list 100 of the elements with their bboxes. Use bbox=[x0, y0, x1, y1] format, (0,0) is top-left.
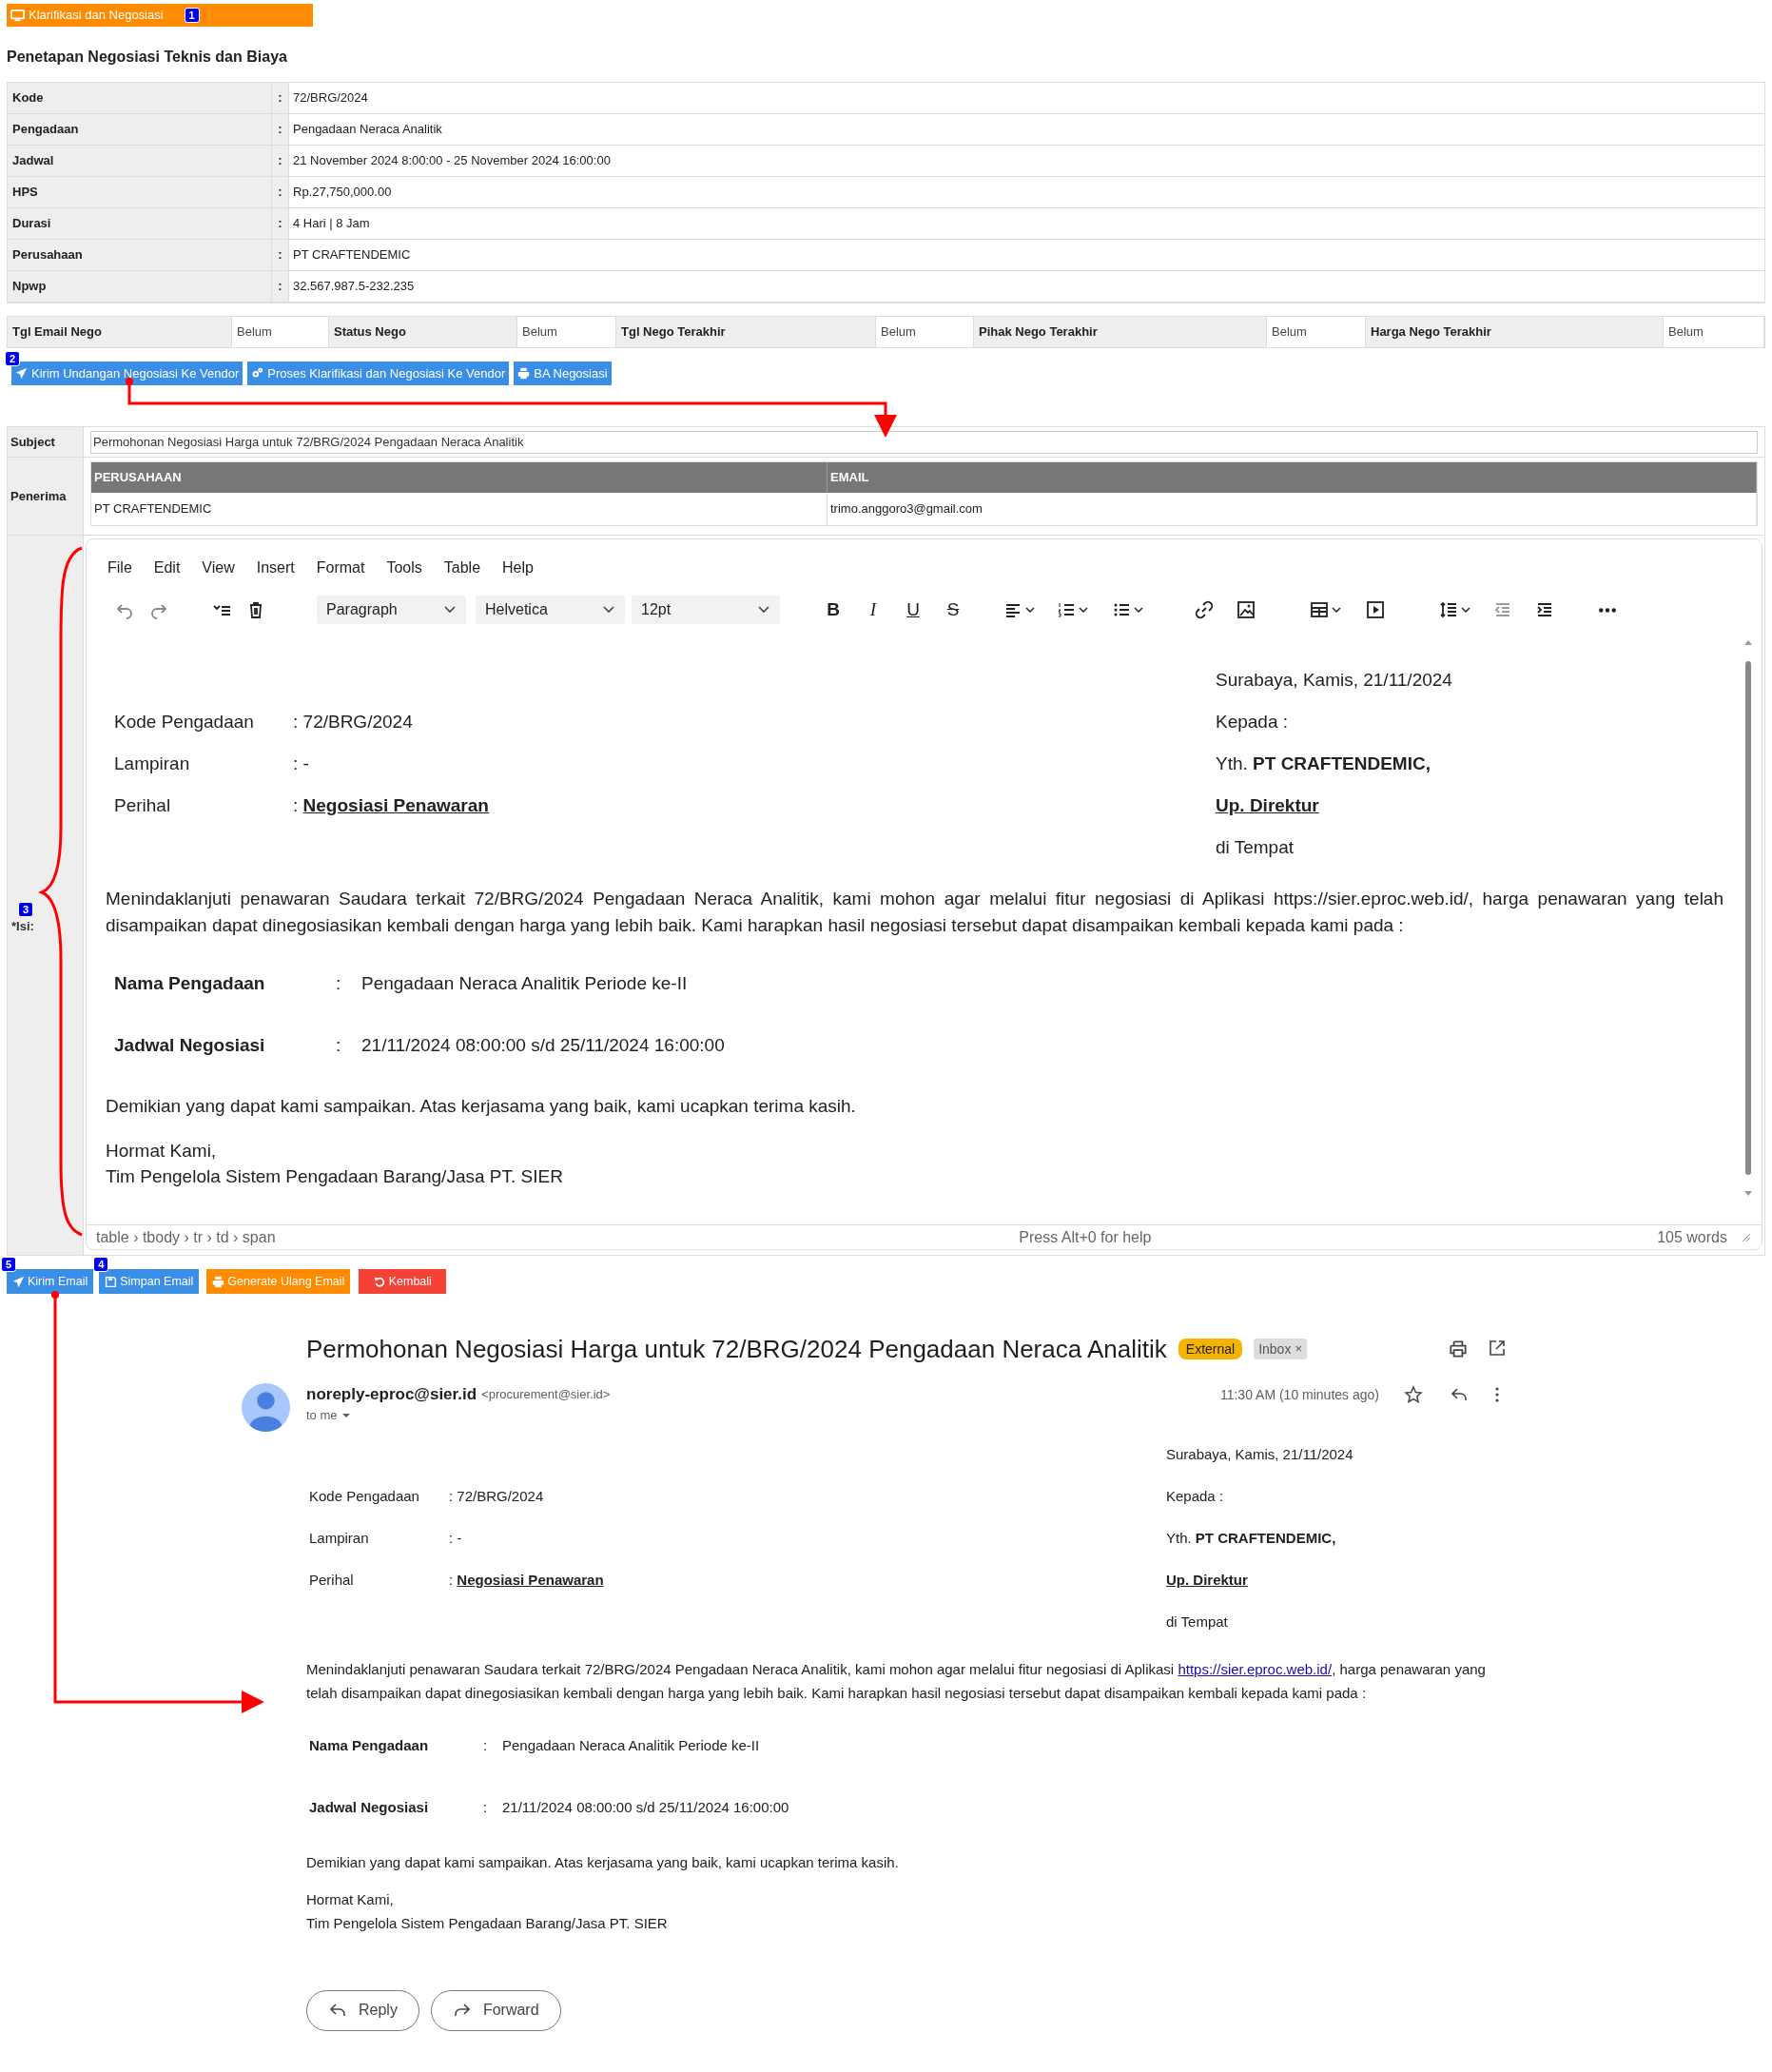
field-label: *Isi: bbox=[11, 918, 35, 936]
rich-text-editor[interactable] bbox=[86, 538, 1762, 1250]
row-label: Durasi bbox=[8, 208, 272, 240]
format-button[interactable]: I bbox=[853, 594, 893, 626]
star-icon bbox=[1404, 1385, 1423, 1404]
form-button[interactable]: Kembali bbox=[359, 1269, 447, 1294]
menu-item[interactable]: Tools bbox=[386, 557, 422, 585]
scrollbar-thumb[interactable] bbox=[1745, 661, 1751, 1175]
address-line: Kepada : bbox=[1216, 710, 1290, 733]
field-value: Pengadaan Neraca Analitik Periode ke-II bbox=[502, 1736, 760, 1756]
avatar bbox=[242, 1383, 290, 1432]
send-icon bbox=[15, 367, 28, 380]
printer-icon bbox=[517, 367, 531, 380]
signature-line: Hormat Kami, bbox=[106, 1140, 218, 1163]
format-button[interactable]: U bbox=[893, 594, 933, 626]
subject-field[interactable]: Permohonan Negosiasi Harga untuk 72/BRG/2024 Pengadaan Neraca Analitik bbox=[90, 430, 1758, 454]
word-count: 105 words bbox=[1657, 1227, 1727, 1247]
header-title: Klarifikasi dan Negosiasi bbox=[29, 7, 164, 25]
field-value: 21/11/2024 08:00:00 s/d 25/11/2024 16:00:00 bbox=[361, 1033, 725, 1057]
address-line: Surabaya, Kamis, 21/11/2024 bbox=[1216, 668, 1452, 692]
field-label: Perihal bbox=[114, 793, 172, 817]
caret-icon bbox=[1460, 604, 1471, 616]
status-label: Status Nego bbox=[329, 317, 517, 347]
paragraph: Demikian yang dapat kami sampaikan. Atas kerjasama yang baik, kami ucapkan terima kasih. bbox=[106, 1095, 857, 1118]
row-label: Npwp bbox=[8, 271, 272, 303]
scroll-down-icon bbox=[1743, 1188, 1753, 1198]
row-label: Kode bbox=[8, 83, 272, 114]
colon-text: : bbox=[336, 971, 342, 995]
field-value: : - bbox=[293, 752, 309, 775]
colon-cell: : bbox=[272, 208, 289, 240]
number-badge: 3 bbox=[18, 902, 33, 918]
menu-item[interactable]: Table bbox=[443, 557, 481, 585]
number-badge: 1 bbox=[184, 8, 200, 23]
menu-item[interactable]: Edit bbox=[153, 557, 181, 585]
numbered-list-icon bbox=[1057, 600, 1076, 619]
help-hint: Press Alt+0 for help bbox=[1019, 1227, 1152, 1247]
number-badge: 4 bbox=[93, 1257, 109, 1272]
label-tag[interactable]: External bbox=[1178, 1339, 1243, 1359]
sender-address: <procurement@sier.id> bbox=[481, 1386, 611, 1404]
signature-line: Tim Pengelola Sistem Pengadaan Barang/Jasa PT. SIER bbox=[306, 1913, 669, 1933]
field-value: : - bbox=[449, 1529, 462, 1549]
address-line: di Tempat bbox=[1166, 1613, 1229, 1632]
number-badge: 5 bbox=[1, 1257, 16, 1272]
email-time: 11:30 AM (10 minutes ago) bbox=[1219, 1385, 1379, 1404]
link[interactable]: https://sier.eproc.web.id/ bbox=[1178, 1660, 1333, 1677]
table-cell: trimo.anggoro3@gmail.com bbox=[828, 493, 1757, 525]
field-value: : Negosiasi Penawaran bbox=[449, 1571, 604, 1591]
field-label: Penerima bbox=[8, 458, 84, 536]
colon-cell: : bbox=[272, 240, 289, 271]
open-in-new-window-icon bbox=[1488, 1339, 1507, 1358]
dropdown-select[interactable]: Paragraph bbox=[317, 596, 466, 624]
colon-cell: : bbox=[272, 146, 289, 177]
signature-line: Hormat Kami, bbox=[306, 1889, 395, 1909]
colon-cell: : bbox=[272, 271, 289, 303]
row-label: Jadwal bbox=[8, 146, 272, 177]
dropdown-select[interactable]: Helvetica bbox=[476, 596, 625, 624]
indent-icon bbox=[1535, 600, 1554, 619]
remove-label-button[interactable]: × bbox=[1295, 1339, 1302, 1359]
printer-icon bbox=[212, 1275, 225, 1288]
label-tag[interactable]: Inbox × bbox=[1254, 1339, 1307, 1359]
colon-cell: : bbox=[272, 83, 289, 114]
paragraph: Menindaklanjuti penawaran Saudara terkait 72/BRG/2024 Pengadaan Neraca Analitik, kami mohon agar melalui fitur negosiasi di Aplikasi https://sier.eproc.web.id/, harga penawaran yang telah disampaikan dapat dinegosiasikan kembali dengan harga yang lebih baik. Kami harapkan hasil negosiasi tersebut dapat disampaikan kembali kepada kami pada : bbox=[106, 888, 1723, 937]
row-label: Pengadaan bbox=[8, 114, 272, 146]
address-line: Yth. PT CRAFTENDEMIC, bbox=[1166, 1529, 1337, 1549]
format-button[interactable]: S bbox=[933, 594, 973, 626]
recipient-dropdown[interactable]: to me bbox=[306, 1406, 1573, 1425]
signature-line: Tim Pengelola Sistem Pengadaan Barang/Jasa PT. SIER bbox=[106, 1165, 564, 1188]
field-value: Pengadaan Neraca Analitik Periode ke-II bbox=[361, 971, 688, 995]
dropdown-select[interactable]: 12pt bbox=[632, 596, 780, 624]
field-label: Nama Pengadaan bbox=[309, 1736, 430, 1756]
field-label: Perihal bbox=[309, 1571, 355, 1591]
paragraph: Demikian yang dapat kami sampaikan. Atas kerjasama yang baik, kami ucapkan terima kasih. bbox=[306, 1852, 900, 1872]
caret-icon bbox=[1331, 604, 1342, 616]
table-icon bbox=[1310, 600, 1329, 619]
field-label: Lampiran bbox=[114, 752, 191, 775]
menu-item[interactable]: View bbox=[202, 557, 235, 585]
paragraph: Menindaklanjuti penawaran Saudara terkait 72/BRG/2024 Pengadaan Neraca Analitik, kami mohon agar melalui fitur negosiasi di Aplikasi https://sier.eproc.web.id/, harga penawaran yang telah disampaikan dapat dinegosiasikan kembali dengan harga yang lebih baik. Kami harapkan hasil negosiasi tersebut dapat disampaikan kembali kepada kami pada : bbox=[306, 1659, 1487, 1703]
colon-text: : bbox=[483, 1736, 489, 1756]
line-height-icon bbox=[1439, 600, 1458, 619]
field-value: : 72/BRG/2024 bbox=[293, 710, 413, 733]
menu-item[interactable]: File bbox=[107, 557, 132, 585]
caret-icon bbox=[1078, 604, 1089, 616]
address-line: Yth. PT CRAFTENDEMIC, bbox=[1216, 752, 1431, 775]
menu-item[interactable]: Format bbox=[316, 557, 365, 585]
email-subject: Permohonan Negosiasi Harga untuk 72/BRG/2024 Pengadaan Neraca Analitik bbox=[306, 1333, 1167, 1365]
format-button[interactable]: B bbox=[813, 594, 853, 626]
field-label: Nama Pengadaan bbox=[114, 971, 266, 995]
field-label: Jadwal Negosiasi bbox=[114, 1033, 266, 1057]
colon-cell: : bbox=[272, 114, 289, 146]
field-value: 21/11/2024 08:00:00 s/d 25/11/2024 16:00:00 bbox=[502, 1798, 789, 1818]
field-value: : Negosiasi Penawaran bbox=[293, 793, 489, 817]
address-line: Up. Direktur bbox=[1166, 1571, 1249, 1591]
caret-icon bbox=[1024, 604, 1036, 616]
link-icon bbox=[1195, 600, 1214, 619]
resize-handle-icon bbox=[1741, 1231, 1752, 1243]
menu-item[interactable]: Insert bbox=[256, 557, 295, 585]
field-label: Kode Pengadaan bbox=[309, 1487, 420, 1507]
status-label: Pihak Nego Terakhir bbox=[974, 317, 1267, 347]
colon-text: : bbox=[336, 1033, 342, 1057]
menu-item[interactable]: Help bbox=[502, 557, 534, 585]
